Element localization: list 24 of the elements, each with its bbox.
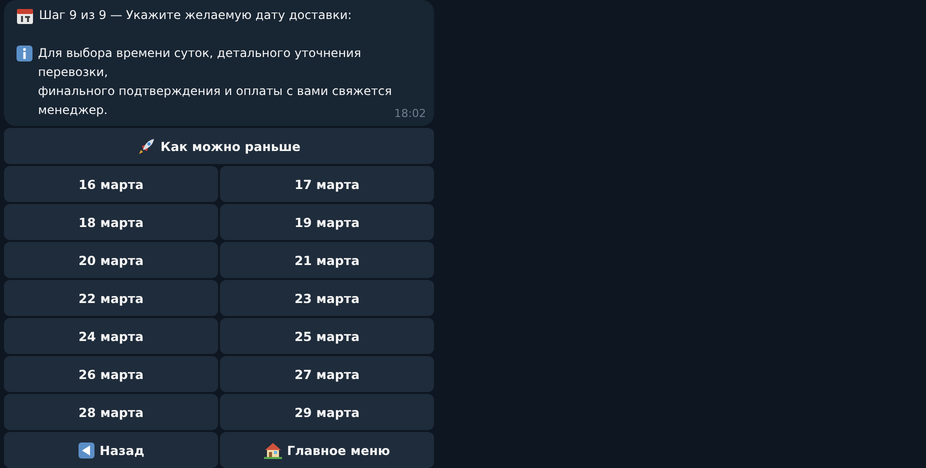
calendar-icon bbox=[16, 7, 34, 25]
rocket-icon bbox=[138, 137, 156, 155]
date-button[interactable]: 21 марта bbox=[220, 242, 434, 278]
main-menu-button[interactable]: Главное меню bbox=[220, 432, 434, 468]
message-title: Шаг 9 из 9 — Укажите желаемую дату доставки: bbox=[39, 7, 352, 24]
message-text: Для выбора времени суток, детального уточнения перевозки, финального подтверждения и оплаты с вами свяжется менеджер. bbox=[38, 45, 392, 119]
date-button[interactable]: 22 марта bbox=[4, 280, 218, 316]
house-icon bbox=[264, 441, 282, 459]
date-button[interactable]: 17 марта bbox=[220, 166, 434, 202]
message-time: 18:02 bbox=[394, 107, 426, 120]
date-button[interactable]: 20 марта bbox=[4, 242, 218, 278]
date-button[interactable]: 26 марта bbox=[4, 356, 218, 392]
date-button[interactable]: 28 марта bbox=[4, 394, 218, 430]
date-button[interactable]: 23 марта bbox=[220, 280, 434, 316]
date-button[interactable]: 19 марта bbox=[220, 204, 434, 240]
date-button[interactable]: 29 марта bbox=[220, 394, 434, 430]
date-button[interactable]: 18 марта bbox=[4, 204, 218, 240]
asap-button[interactable]: Как можно раньше bbox=[4, 128, 434, 164]
date-button[interactable]: 16 марта bbox=[4, 166, 218, 202]
info-icon bbox=[16, 45, 33, 62]
date-button[interactable]: 25 марта bbox=[220, 318, 434, 354]
date-button[interactable]: 27 марта bbox=[220, 356, 434, 392]
back-button[interactable]: Назад bbox=[4, 432, 218, 468]
date-button[interactable]: 24 марта bbox=[4, 318, 218, 354]
